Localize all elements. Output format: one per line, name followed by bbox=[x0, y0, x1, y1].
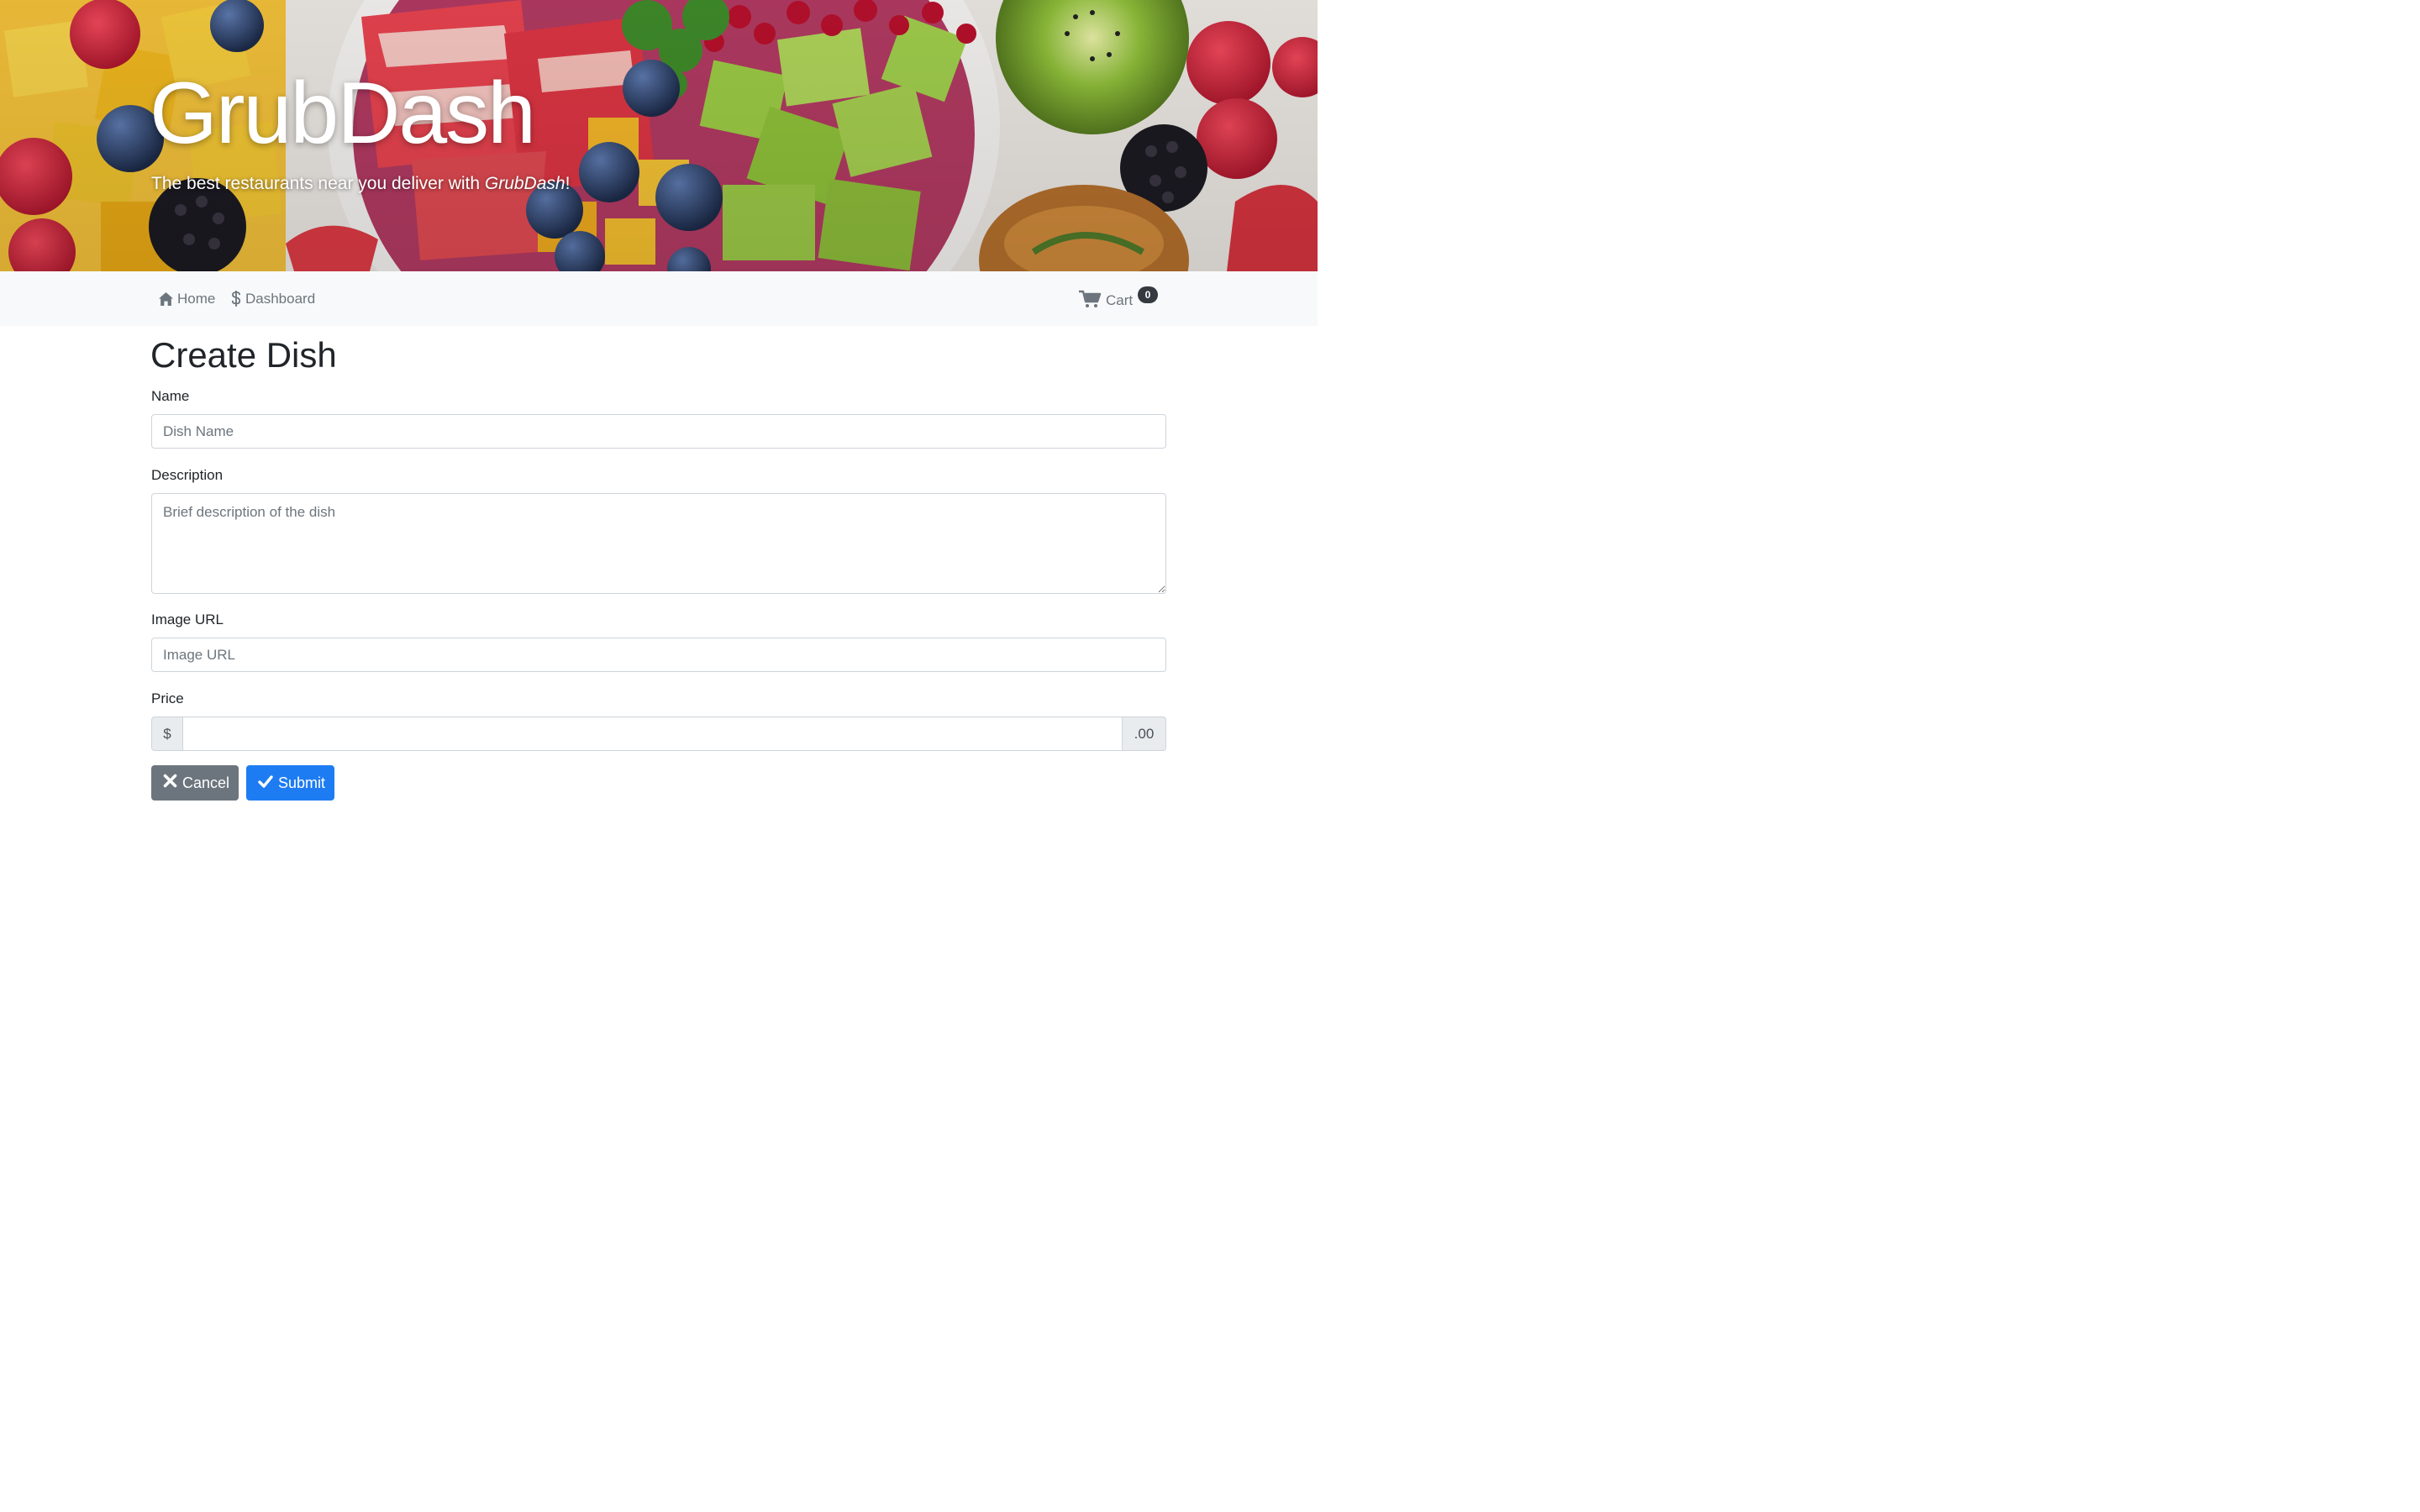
name-label: Name bbox=[151, 388, 190, 404]
cart-count-badge: 0 bbox=[1138, 286, 1158, 303]
hero-banner: GrubDash The best restaurants near you d… bbox=[0, 0, 1318, 271]
price-input[interactable] bbox=[183, 717, 1122, 751]
description-label: Description bbox=[151, 467, 224, 483]
image-url-label: Image URL bbox=[151, 612, 224, 627]
nav-home-label: Home bbox=[177, 290, 216, 307]
price-input-group: $ .00 bbox=[151, 717, 1166, 751]
nav-dashboard-label: Dashboard bbox=[245, 290, 316, 307]
submit-button-label: Submit bbox=[278, 774, 326, 791]
dish-description-textarea[interactable] bbox=[151, 493, 1166, 594]
cart-icon bbox=[1079, 290, 1102, 308]
page-title: Create Dish bbox=[150, 335, 337, 375]
cancel-button[interactable]: Cancel bbox=[151, 765, 239, 801]
nav-dashboard-link[interactable]: Dashboard bbox=[231, 271, 315, 326]
submit-button[interactable]: Submit bbox=[246, 765, 334, 801]
price-label: Price bbox=[151, 690, 184, 706]
nav-home-link[interactable]: Home bbox=[159, 271, 215, 326]
home-icon bbox=[159, 291, 173, 306]
top-navbar: Home Dashboard Cart 0 bbox=[0, 271, 1318, 326]
image-url-input[interactable] bbox=[151, 638, 1166, 672]
tagline-brand: GrubDash bbox=[484, 174, 566, 193]
nav-cart-label: Cart bbox=[1106, 291, 1134, 308]
close-icon bbox=[163, 774, 177, 792]
tagline-suffix: ! bbox=[565, 174, 571, 193]
price-cents-addon: .00 bbox=[1122, 717, 1166, 751]
dish-name-input[interactable] bbox=[151, 414, 1166, 449]
create-dish-form: Create Dish Name Description Image URL P… bbox=[0, 326, 1318, 823]
check-icon bbox=[258, 774, 273, 792]
brand-title: GrubDash bbox=[150, 65, 536, 162]
tagline-text: The best restaurants near you deliver wi… bbox=[151, 174, 485, 193]
cancel-button-label: Cancel bbox=[182, 774, 230, 791]
price-currency-addon: $ bbox=[151, 717, 183, 751]
dollar-icon bbox=[231, 291, 241, 307]
nav-cart-link[interactable]: Cart bbox=[1079, 271, 1133, 326]
brand-tagline: The best restaurants near you deliver wi… bbox=[151, 174, 570, 194]
